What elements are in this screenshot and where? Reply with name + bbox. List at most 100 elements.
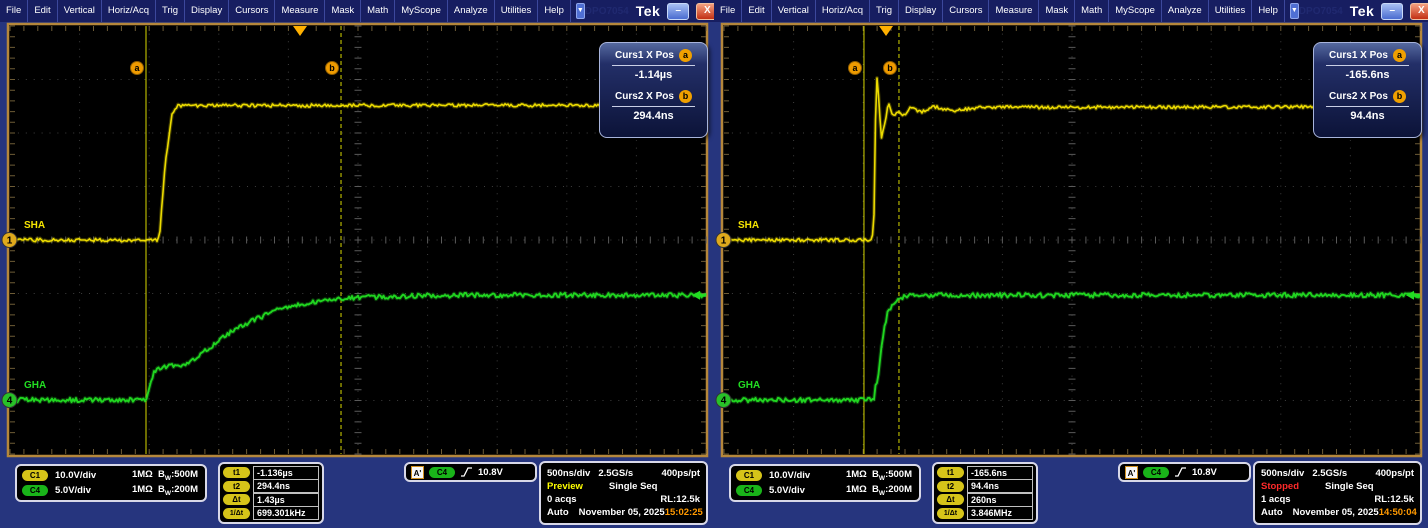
trigger-level: 10.8V <box>478 467 503 478</box>
cursor-a-marker[interactable]: a <box>848 62 861 75</box>
cursor-measurement-box: t1 -1.136µs t2 294.4ns Δt 1.43µs 1/Δt 69… <box>218 462 324 524</box>
c4-scale: 5.0V/div <box>55 485 91 496</box>
cursor-b-marker[interactable]: b <box>326 62 339 75</box>
inverse-delta-t-value: 3.846MHz <box>967 506 1033 520</box>
date-label: November 05, 2025 <box>579 507 665 518</box>
svg-text:b: b <box>887 63 893 73</box>
menu-display[interactable]: Display <box>185 0 229 22</box>
date-label: November 05, 2025 <box>1293 507 1379 518</box>
sample-resolution: 400ps/pt <box>1375 468 1414 479</box>
time-label: 14:50:04 <box>1379 507 1417 518</box>
sample-resolution: 400ps/pt <box>661 468 700 479</box>
menu-analyze[interactable]: Analyze <box>448 0 495 22</box>
rising-edge-icon <box>460 466 473 478</box>
svg-text:1: 1 <box>721 236 727 247</box>
menu-measure[interactable]: Measure <box>989 0 1039 22</box>
acquisition-count: 1 acqs <box>1261 494 1291 505</box>
curs2-value: 94.4ns <box>1314 108 1421 125</box>
menu-myscope[interactable]: MyScope <box>1109 0 1162 22</box>
timebase-scale: 500ns/div <box>547 468 590 479</box>
delta-t-value: 260ns <box>967 493 1033 507</box>
t1-badge: t1 <box>937 467 964 478</box>
cursor-a-badge-icon: a <box>1393 49 1406 62</box>
curs2-value: 294.4ns <box>600 108 707 125</box>
channel-c1-badge[interactable]: C1 <box>736 470 762 481</box>
channel-settings-box: C1 10.0V/div 1MΩ BW:500M C4 5.0V/div 1MΩ… <box>729 464 921 502</box>
acquisition-state: Stopped <box>1261 481 1299 492</box>
ch1-marker[interactable]: 1 <box>2 233 17 248</box>
menu-help[interactable]: Help <box>1252 0 1285 22</box>
channel-c1-badge[interactable]: C1 <box>22 470 48 481</box>
cursor-b-badge-icon: b <box>679 90 692 103</box>
menu-file[interactable]: File <box>0 0 28 22</box>
sample-rate: 2.5GS/s <box>598 468 633 479</box>
menu-horiz-acq[interactable]: Horiz/Acq <box>102 0 156 22</box>
menu-edit[interactable]: Edit <box>742 0 771 22</box>
menu-trig[interactable]: Trig <box>870 0 899 22</box>
menu-vertical[interactable]: Vertical <box>772 0 816 22</box>
t2-row: t2 294.4ns <box>223 480 319 493</box>
menu-utilities[interactable]: Utilities <box>495 0 539 22</box>
svg-text:1: 1 <box>7 236 13 247</box>
close-button[interactable]: X <box>1410 3 1428 20</box>
trigger-source-badge[interactable]: C4 <box>429 467 455 478</box>
acquisition-mode: Single Seq <box>609 481 658 492</box>
ch4-label: GHA <box>24 380 46 391</box>
inverse-delta-t-row: 1/Δt 699.301kHz <box>223 507 319 520</box>
minimize-button[interactable]: – <box>1381 3 1403 20</box>
menu-edit[interactable]: Edit <box>28 0 57 22</box>
menu-vertical[interactable]: Vertical <box>58 0 102 22</box>
menu-help[interactable]: Help <box>538 0 571 22</box>
curs2-label: Curs2 X Pos <box>1329 91 1388 102</box>
menu-math[interactable]: Math <box>361 0 395 22</box>
menu-cursors[interactable]: Cursors <box>229 0 275 22</box>
menu-file[interactable]: File <box>714 0 742 22</box>
curs1-value: -1.14µs <box>600 67 707 84</box>
menu-trig[interactable]: Trig <box>156 0 185 22</box>
menu-mask[interactable]: Mask <box>1039 0 1075 22</box>
menu-utilities[interactable]: Utilities <box>1209 0 1253 22</box>
menu-measure[interactable]: Measure <box>275 0 325 22</box>
channel-c4-badge[interactable]: C4 <box>22 485 48 496</box>
t1-row: t1 -165.6ns <box>937 466 1033 479</box>
trigger-a-badge: A' <box>1125 466 1138 479</box>
menu-display[interactable]: Display <box>899 0 943 22</box>
menu-analyze[interactable]: Analyze <box>1162 0 1209 22</box>
trigger-level: 10.8V <box>1192 467 1217 478</box>
menu-math[interactable]: Math <box>1075 0 1109 22</box>
minimize-button[interactable]: – <box>667 3 689 20</box>
cursor-b-badge-icon: b <box>1393 90 1406 103</box>
c4-scale: 5.0V/div <box>769 485 805 496</box>
record-length: RL:12.5k <box>660 494 700 505</box>
menu-cursors[interactable]: Cursors <box>943 0 989 22</box>
channel-settings-box: C1 10.0V/div 1MΩ BW:500M C4 5.0V/div 1MΩ… <box>15 464 207 502</box>
ch4-marker[interactable]: 4 <box>716 393 731 408</box>
cursor-a-marker[interactable]: a <box>130 62 143 75</box>
delta-t-row: Δt 260ns <box>937 493 1033 506</box>
curs1-value: -165.6ns <box>1314 67 1421 84</box>
c1-coupling-bandwidth: 1MΩ BW:500M <box>132 469 200 482</box>
cursor-readout-panel: Curs1 X Pos a -1.14µs Curs2 X Pos b 294.… <box>599 42 708 138</box>
menu-overflow-dropdown-icon[interactable]: ▼ <box>1290 3 1299 19</box>
menu-myscope[interactable]: MyScope <box>395 0 448 22</box>
oscilloscope-window-right: FileEditVerticalHoriz/AcqTrigDisplayCurs… <box>714 0 1428 528</box>
channel-c4-badge[interactable]: C4 <box>736 485 762 496</box>
c4-coupling-bandwidth: 1MΩ BW:200M <box>846 484 914 497</box>
cursor-readout-panel: Curs1 X Pos a -165.6ns Curs2 X Pos b 94.… <box>1313 42 1422 138</box>
ch4-marker[interactable]: 4 <box>2 393 17 408</box>
t2-row: t2 94.4ns <box>937 480 1033 493</box>
curs2-label: Curs2 X Pos <box>615 91 674 102</box>
trigger-source-badge[interactable]: C4 <box>1143 467 1169 478</box>
cursor-b-marker[interactable]: b <box>883 62 896 75</box>
c1-scale: 10.0V/div <box>769 470 810 481</box>
menu-horiz-acq[interactable]: Horiz/Acq <box>816 0 870 22</box>
menu-mask[interactable]: Mask <box>325 0 361 22</box>
menu-overflow-dropdown-icon[interactable]: ▼ <box>576 3 585 19</box>
t1-row: t1 -1.136µs <box>223 466 319 479</box>
model-label: DPO7054 <box>1299 6 1343 17</box>
curs1-label: Curs1 X Pos <box>615 50 674 61</box>
delta-t-row: Δt 1.43µs <box>223 493 319 506</box>
c4-coupling-bandwidth: 1MΩ BW:200M <box>132 484 200 497</box>
window-controls: DPO7054 Tek – X <box>585 3 724 20</box>
ch1-marker[interactable]: 1 <box>716 233 731 248</box>
